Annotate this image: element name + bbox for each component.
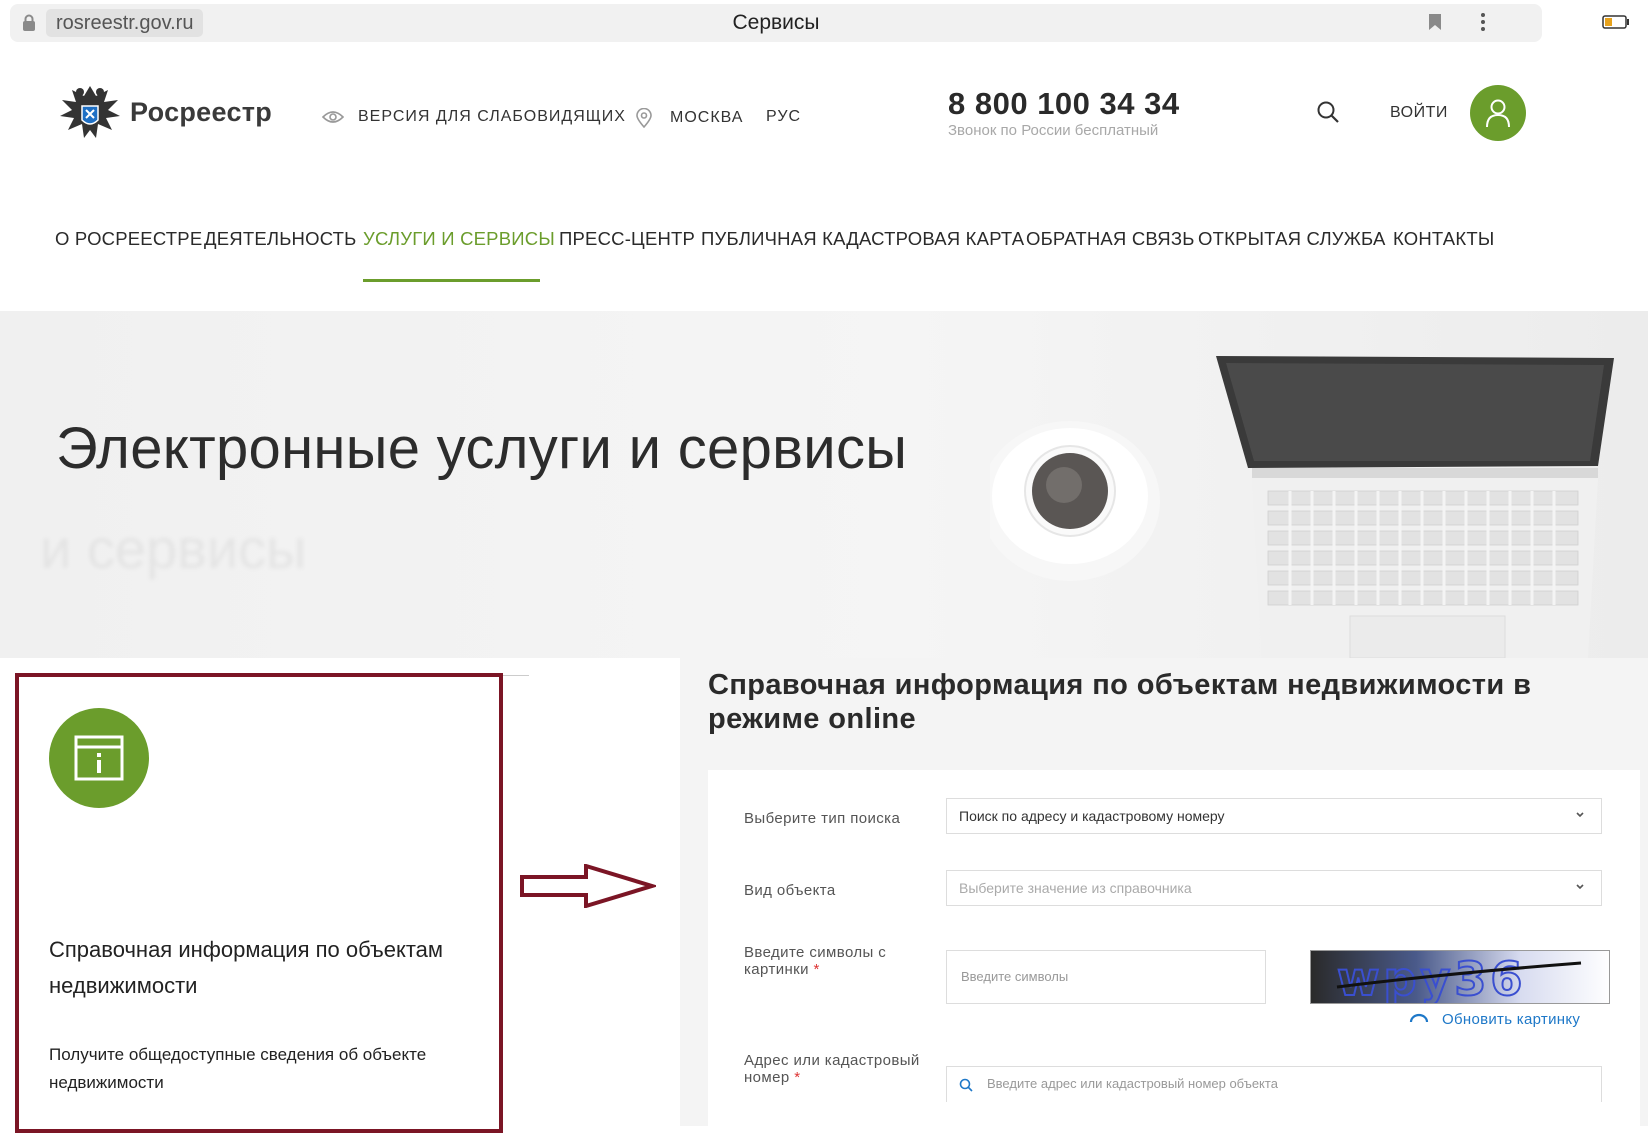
refresh-label: Обновить картинку [1442,1010,1581,1028]
chevron-down-icon [1576,812,1584,818]
refresh-captcha-link[interactable]: Обновить картинку [1408,1010,1580,1028]
info-window-icon [74,735,124,781]
eye-icon [322,111,344,123]
captcha-label: Введите символы с картинки * [744,944,924,978]
card-title: Справочная информация по объектам недвиж… [49,937,444,998]
captcha-image: wpy36 [1310,950,1610,1004]
battery-icon [1602,15,1629,29]
online-info-panel: Справочная информация по объектам недвиж… [680,658,1648,1126]
captcha-text: wpy36 [1337,952,1526,1004]
nav-item-activity[interactable]: ДЕЯТЕЛЬНОСТЬ [204,228,357,250]
search-type-select[interactable]: Поиск по адресу и кадастровому номеру [946,798,1602,834]
search-type-value: Поиск по адресу и кадастровому номеру [959,808,1225,824]
nav-item-press-center[interactable]: ПРЕСС-ЦЕНТР [559,228,695,250]
phone-note: Звонок по России бесплатный [948,122,1159,139]
laptop-and-coffee-illustration [990,356,1614,658]
search-form: Выберите тип поиска Поиск по адресу и ка… [708,770,1640,1126]
logo-text: Росреестр [130,96,273,127]
user-account-button[interactable] [1470,85,1526,141]
phone-number[interactable]: 8 800 100 34 34 [948,86,1180,122]
language-selector[interactable]: РУС [766,108,801,126]
accessibility-label: ВЕРСИЯ ДЛЯ СЛАБОВИДЯЩИХ [358,108,626,125]
nav-item-about[interactable]: О РОСРЕЕСТРЕ [55,228,202,250]
required-mark: * [813,961,820,978]
captcha-input[interactable]: Введите символы [946,950,1266,1004]
panel-title: Справочная информация по объектам недвиж… [708,669,1532,735]
accessibility-version-link[interactable]: ВЕРСИЯ ДЛЯ СЛАБОВИДЯЩИХ [322,108,626,126]
divider [503,675,529,676]
card-description: Получите общедоступные сведения об объек… [49,1045,427,1092]
map-pin-icon [636,108,652,128]
active-nav-underline [363,279,540,282]
city-selector[interactable]: МОСКВА [636,108,743,128]
nav-item-open-service[interactable]: ОТКРЫТАЯ СЛУЖБА [1198,228,1386,250]
card-icon-badge [49,708,149,808]
tab-title: Сервисы [732,11,820,34]
captcha-picture: wpy36 [1311,951,1609,1004]
nav-item-cadastral-map[interactable]: ПУБЛИЧНАЯ КАДАСТРОВАЯ КАРТА [701,228,1024,250]
page-title: Электронные услуги и сервисы [56,416,908,481]
nav-item-contacts[interactable]: КОНТАКТЫ [1393,228,1494,250]
address-label-text: Адрес или кадастровый номер [744,1052,920,1086]
city-label: МОСКВА [670,109,744,126]
login-link[interactable]: ВОЙТИ [1390,104,1448,122]
browser-address-bar[interactable]: rosreestr.gov.ru Сервисы [10,4,1542,42]
service-card-real-estate-info[interactable]: Справочная информация по объектам недвиж… [15,673,503,1133]
address-label: Адрес или кадастровый номер * [744,1052,934,1086]
site-logo[interactable]: Росреестр [54,76,272,148]
emblem-icon [60,86,120,138]
refresh-icon [1409,1013,1429,1023]
search-type-label: Выберите тип поиска [744,810,901,827]
address-search-input[interactable]: Введите адрес или кадастровый номер объе… [946,1066,1602,1102]
required-mark: * [794,1069,801,1086]
search-icon[interactable] [1316,100,1340,124]
address-placeholder: Введите адрес или кадастровый номер объе… [987,1076,1278,1091]
object-type-placeholder: Выберите значение из справочника [959,880,1192,896]
hero-banner: и сервисы Электронные услуги и сервисы [0,311,1648,658]
nav-item-services[interactable]: УСЛУГИ И СЕРВИСЫ [363,228,555,250]
object-type-select[interactable]: Выберите значение из справочника [946,870,1602,906]
chevron-down-icon [1576,884,1584,890]
right-arrow-annotation [520,864,656,908]
user-icon [1486,99,1510,128]
main-navigation: О РОСРЕЕСТРЕ ДЕЯТЕЛЬНОСТЬ УСЛУГИ И СЕРВИ… [0,228,1648,268]
nav-item-feedback[interactable]: ОБРАТНАЯ СВЯЗЬ [1026,228,1195,250]
hero-ghost-text: и сервисы [40,517,307,580]
search-icon [959,1078,973,1092]
kebab-menu-icon[interactable] [1480,12,1486,32]
bookmark-icon[interactable] [1428,13,1442,31]
object-type-label: Вид объекта [744,882,836,899]
